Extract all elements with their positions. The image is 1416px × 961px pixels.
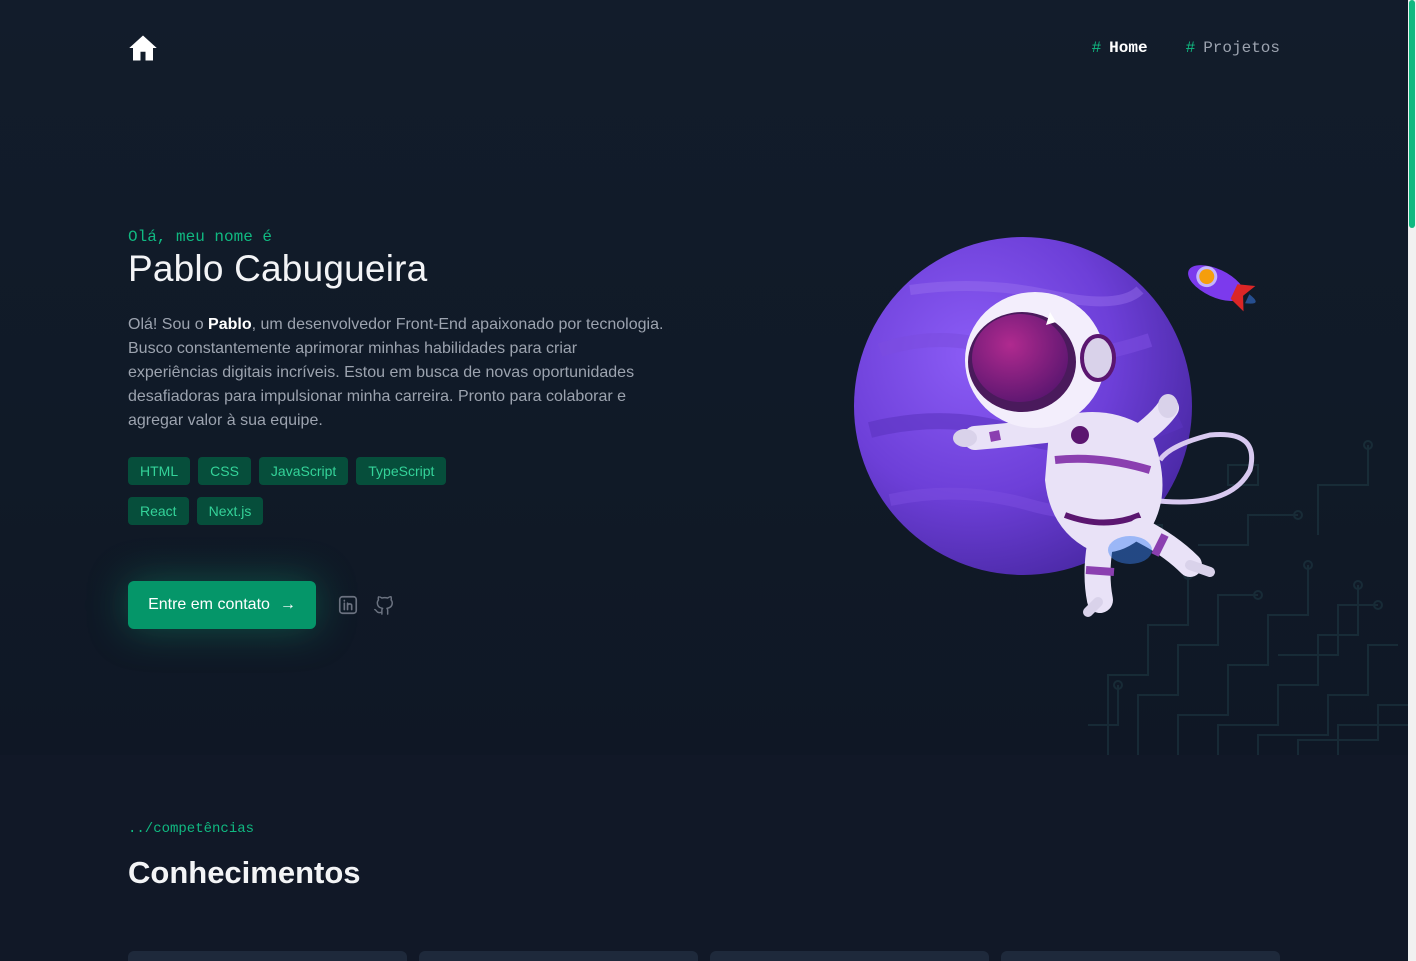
nav-hash: # — [1185, 39, 1196, 57]
nav-projetos[interactable]: # Projetos — [1186, 39, 1280, 57]
scrollbar-thumb[interactable] — [1409, 0, 1415, 228]
tag-javascript: JavaScript — [258, 457, 349, 485]
astronaut-illustration — [854, 237, 1256, 617]
hero-section: # Home # Projetos Olá, meu nome é Pablo Ca… — [0, 0, 1408, 755]
tag-react: React — [128, 497, 189, 525]
nav-hash: # — [1091, 39, 1102, 57]
skill-card — [419, 951, 698, 961]
contact-button-label: Entre em contato — [148, 596, 270, 613]
bio-prefix: Olá! Sou o — [128, 316, 209, 333]
nav-projetos-label: Projetos — [1203, 39, 1280, 57]
tag-html: HTML — [128, 457, 191, 485]
skill-card — [710, 951, 989, 961]
linkedin-icon[interactable] — [337, 594, 359, 616]
hero-bio: Olá! Sou o Pablo, um desenvolvedor Front… — [128, 313, 668, 433]
nav-home-label: Home — [1109, 39, 1148, 57]
section-title: Conhecimentos — [128, 855, 361, 890]
bio-highlight: Pablo — [208, 316, 252, 333]
page-scrollbar[interactable] — [1408, 0, 1416, 961]
skill-card — [128, 951, 407, 961]
tag-typescript: TypeScript — [356, 457, 447, 485]
arrow-right-icon: → — [279, 596, 296, 613]
main-nav: # Home # Projetos — [1092, 39, 1280, 57]
github-icon[interactable] — [373, 594, 395, 616]
skill-tags: HTML CSS JavaScript TypeScript React Nex… — [128, 457, 488, 525]
hero-name: Pablo Cabugueira — [128, 248, 428, 289]
tag-css: CSS — [198, 457, 251, 485]
skill-card — [1001, 951, 1280, 961]
header: # Home # Projetos — [128, 30, 1280, 70]
contact-button[interactable]: Entre em contato → — [128, 581, 316, 629]
greeting: Olá, meu nome é — [128, 228, 273, 246]
tag-nextjs: Next.js — [196, 497, 264, 525]
home-icon[interactable] — [128, 33, 158, 63]
section-path: ../competências — [128, 821, 255, 837]
nav-home[interactable]: # Home — [1092, 39, 1148, 57]
